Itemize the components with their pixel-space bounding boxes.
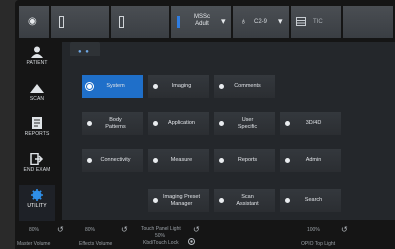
tic-slot[interactable]: TIC bbox=[291, 6, 341, 38]
probe-slot-icon bbox=[59, 16, 64, 28]
probe-slot-1[interactable] bbox=[51, 6, 109, 38]
touch-panel-knob-icon[interactable]: ↺ bbox=[193, 225, 200, 234]
preset-type: Adult bbox=[195, 21, 209, 27]
preset-selector[interactable]: MSSc Adult ▾ bbox=[171, 6, 231, 38]
nav-reports[interactable]: REPORTS bbox=[19, 113, 55, 147]
3d-4d-button[interactable]: 3D/4D bbox=[280, 112, 341, 135]
button-label: User Specific bbox=[237, 117, 258, 130]
nav-label: SCAN bbox=[29, 96, 45, 102]
nav-utility[interactable]: UTILITY bbox=[19, 185, 55, 221]
button-label: Search bbox=[304, 197, 323, 204]
exit-icon bbox=[30, 153, 44, 165]
person-icon bbox=[31, 46, 43, 58]
probe-slot-2[interactable] bbox=[111, 6, 169, 38]
top-bar: ◉ MSSc Adult ▾ ♁ C2-9 ▾ TIC bbox=[19, 6, 395, 38]
circle-icon: ◉ bbox=[28, 16, 37, 27]
master-volume-value: 80% bbox=[29, 227, 40, 233]
button-label: Body Patterns bbox=[105, 117, 126, 130]
button-label: 3D/4D bbox=[305, 120, 322, 127]
report-icon bbox=[32, 117, 42, 129]
button-label: Connectivity bbox=[100, 157, 131, 164]
lock-button-icon[interactable] bbox=[188, 238, 195, 245]
reports-button[interactable]: Reports bbox=[214, 149, 275, 172]
nav-label: REPORTS bbox=[24, 131, 50, 137]
effects-volume-label: Effects Volume bbox=[79, 241, 113, 247]
kbd-touch-lock-label: Kbd/Touch Lock bbox=[143, 240, 179, 246]
chevron-down-icon: ▾ bbox=[278, 16, 283, 26]
preset-name: MSSc bbox=[193, 14, 210, 20]
admin-button[interactable]: Admin bbox=[280, 149, 341, 172]
chevron-down-icon: ▾ bbox=[221, 16, 226, 26]
button-label: Imaging Preset Manager bbox=[163, 194, 200, 207]
imaging-preset-manager-button[interactable]: Imaging Preset Manager bbox=[148, 189, 209, 212]
button-label: Comments bbox=[234, 83, 261, 90]
utility-panel: ● ● System Imaging Comments Body Pattern… bbox=[62, 42, 395, 220]
scan-assistant-button[interactable]: Scan Assistant bbox=[214, 189, 275, 212]
gear-icon bbox=[31, 189, 43, 201]
nav-scan[interactable]: SCAN bbox=[19, 78, 55, 112]
button-label: Application bbox=[168, 120, 195, 127]
button-label: Scan Assistant bbox=[236, 194, 259, 207]
body-patterns-button[interactable]: Body Patterns bbox=[82, 112, 143, 135]
bottom-control-bar: 80% ↺ Master Volume 80% ↺ Effects Volume… bbox=[15, 224, 395, 249]
effects-volume-value: 80% bbox=[85, 227, 96, 233]
ultrasound-screen: ◉ MSSc Adult ▾ ♁ C2-9 ▾ TIC PATIENT SCAN… bbox=[15, 0, 395, 249]
button-label: Admin bbox=[305, 157, 322, 164]
status-slot[interactable]: ◉ bbox=[19, 6, 49, 38]
preset-display: MSSc Adult bbox=[187, 10, 217, 34]
probe-selector[interactable]: ♁ C2-9 ▾ bbox=[233, 6, 289, 38]
left-nav: PATIENT SCAN REPORTS END EXAM UTILITY bbox=[19, 42, 55, 221]
comments-button[interactable]: Comments bbox=[214, 75, 275, 98]
mountain-icon bbox=[30, 84, 44, 93]
page-indicator: ● ● bbox=[78, 49, 90, 55]
button-label: Reports bbox=[237, 157, 258, 164]
touch-panel-light-value: 50% bbox=[155, 233, 166, 239]
effects-volume-knob-icon[interactable]: ↺ bbox=[121, 225, 128, 234]
nav-label: PATIENT bbox=[26, 60, 48, 66]
nav-patient[interactable]: PATIENT bbox=[19, 42, 55, 76]
master-volume-label: Master Volume bbox=[17, 241, 51, 247]
extra-slot[interactable] bbox=[343, 6, 393, 38]
touch-panel-light-label: Touch Panel Light bbox=[141, 226, 181, 232]
nav-label: UTILITY bbox=[27, 203, 47, 209]
imaging-button[interactable]: Imaging bbox=[148, 75, 209, 98]
button-label: Measure bbox=[170, 157, 193, 164]
probe-slot-icon bbox=[119, 16, 124, 28]
probe-active-icon bbox=[177, 16, 180, 28]
opio-light-knob-icon[interactable]: ↺ bbox=[341, 225, 348, 234]
nav-label: END EXAM bbox=[23, 167, 51, 173]
opio-light-label: OPIO Top Light bbox=[301, 241, 336, 247]
image-mode-icon bbox=[296, 17, 306, 26]
application-button[interactable]: Application bbox=[148, 112, 209, 135]
system-button[interactable]: System bbox=[82, 75, 143, 98]
measure-button[interactable]: Measure bbox=[148, 149, 209, 172]
probe-name: C2-9 bbox=[254, 19, 268, 25]
connectivity-button[interactable]: Connectivity bbox=[82, 149, 143, 172]
search-button[interactable]: Search bbox=[280, 189, 341, 212]
probe-icon: ♁ bbox=[240, 16, 247, 26]
tic-label: TIC bbox=[313, 19, 323, 25]
master-volume-knob-icon[interactable]: ↺ bbox=[57, 225, 64, 234]
button-label: Imaging bbox=[171, 83, 192, 90]
user-specific-button[interactable]: User Specific bbox=[214, 112, 275, 135]
opio-light-value: 100% bbox=[307, 227, 320, 233]
nav-end-exam[interactable]: END EXAM bbox=[19, 149, 55, 183]
button-label: System bbox=[106, 83, 125, 90]
